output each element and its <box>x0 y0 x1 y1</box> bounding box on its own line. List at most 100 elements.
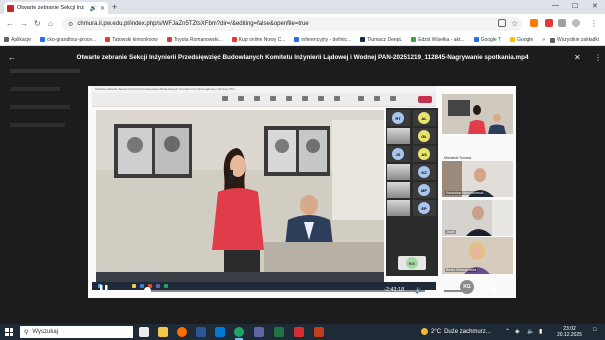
volume-icon[interactable]: 🔈 <box>527 328 534 335</box>
minimize-button[interactable]: — <box>552 2 559 9</box>
viewer-close-icon[interactable]: ✕ <box>574 53 581 62</box>
chrome-icon[interactable] <box>234 327 244 337</box>
browser-tab-strip: Otwarte zebranie Sekcji Inż 🔊 ✕ + — ☐ ✕ <box>0 0 605 14</box>
reload-icon[interactable]: ↻ <box>34 19 41 28</box>
meeting-window-title: Otwarte zebranie Sekcji Inżynierii Przed… <box>95 87 235 91</box>
word-icon[interactable] <box>196 327 206 337</box>
pip-icon[interactable]: ▣ <box>490 285 497 293</box>
bookmark-item[interactable]: Edziś Wisełka - akt... <box>411 37 465 43</box>
browser-tab[interactable]: Otwarte zebranie Sekcji Inż 🔊 ✕ <box>4 2 108 14</box>
bookmark-favicon-icon <box>360 37 366 42</box>
bookmark-favicon-icon <box>231 37 237 42</box>
tab-close-icon[interactable]: ✕ <box>100 5 105 12</box>
firefox-icon[interactable] <box>177 327 187 337</box>
extension-icon[interactable] <box>545 19 553 27</box>
task-view-icon[interactable] <box>139 327 149 337</box>
site-info-icon[interactable]: ⚙ <box>68 21 73 28</box>
bookmark-favicon-icon <box>473 37 479 42</box>
bookmark-item[interactable]: Google T <box>473 37 501 43</box>
seek-handle[interactable] <box>143 287 151 294</box>
cast-icon[interactable] <box>498 19 506 27</box>
ghost-line <box>10 87 60 91</box>
participant-tile: GŁ <box>413 128 436 144</box>
new-tab-button[interactable]: + <box>112 2 117 12</box>
maximize-button[interactable]: ☐ <box>572 2 578 10</box>
pause-icon[interactable] <box>100 285 108 294</box>
bookmark-item[interactable]: inferencyjny - definic... <box>294 37 351 43</box>
bookmark-item[interactable]: Aplikacje <box>4 37 31 43</box>
powerpoint-icon[interactable] <box>314 327 324 337</box>
address-bar[interactable]: ⚙ chmura.il.pw.edu.pl/index.php/s/WFJaZn… <box>62 17 522 31</box>
participant-photo <box>387 200 410 216</box>
back-icon[interactable]: ← <box>6 19 14 28</box>
close-window-button[interactable]: ✕ <box>592 2 598 10</box>
browser-menu-icon[interactable]: ⋮ <box>590 19 598 28</box>
bookmark-star-icon[interactable]: ☆ <box>511 19 518 28</box>
fullscreen-icon[interactable]: ⤢ <box>501 285 507 293</box>
teams-icon[interactable] <box>254 327 264 337</box>
taskbar-search[interactable]: ⚲ Wyszukaj <box>20 326 133 338</box>
gallery-tile: Radosław Marcinkowski <box>442 161 513 197</box>
bookmark-item[interactable]: Tatowski kimonkoow <box>105 37 158 43</box>
player-controls: -2:43:18 🔈 KG ⚙ ▣ ⤢ <box>88 280 516 298</box>
participant-name: Beata Nowogońska <box>445 268 478 272</box>
user-avatar[interactable]: KG <box>460 280 474 294</box>
participant-tile: RT <box>387 110 410 126</box>
weather-sun-icon <box>421 328 428 335</box>
forward-icon[interactable]: → <box>20 19 28 28</box>
outlook-icon[interactable] <box>215 327 225 337</box>
participant-tile: AS <box>413 146 436 162</box>
settings-icon[interactable]: ⚙ <box>479 285 485 293</box>
volume-slider[interactable] <box>425 287 459 294</box>
seek-bar[interactable] <box>116 287 462 294</box>
file-explorer-icon[interactable] <box>158 327 168 337</box>
participant-avatar: RT <box>392 112 404 124</box>
video-title: Otwarte zebranie Sekcji Inżynierii Przed… <box>76 54 529 61</box>
raise-hand-icon <box>254 96 260 101</box>
battery-icon[interactable]: ▮ <box>539 328 542 335</box>
windows-start-icon[interactable] <box>5 328 13 336</box>
participant-tile: MP <box>413 182 436 198</box>
extensions-puzzle-icon[interactable] <box>558 19 566 27</box>
notifications-icon[interactable]: □ <box>593 327 597 333</box>
bookmark-favicon-icon <box>105 37 111 42</box>
speaker-scene <box>96 110 384 272</box>
extension-icon[interactable] <box>530 19 538 27</box>
tab-audio-icon[interactable]: 🔊 <box>89 5 96 12</box>
gallery-tile: Jacek <box>442 200 513 236</box>
participant-panel: RT AL GŁ JS AS KZ MP EP KG <box>386 108 438 276</box>
home-icon[interactable]: ⌂ <box>48 19 53 28</box>
participant-tile: KZ <box>413 164 436 180</box>
mic-icon <box>374 96 380 101</box>
network-icon[interactable]: ◈ <box>515 328 520 335</box>
apps-icon <box>318 96 324 101</box>
acrobat-icon[interactable] <box>294 327 304 337</box>
tab-title: Otwarte zebranie Sekcji Inż <box>17 5 84 11</box>
bookmark-item[interactable]: Tłumacz DeepL <box>360 37 402 43</box>
volume-icon[interactable]: 🔈 <box>415 286 424 294</box>
all-bookmarks-folder[interactable]: Wszystkie zakładki <box>550 37 599 43</box>
bookmark-item[interactable]: Toyota Romanowski... <box>166 37 223 43</box>
bookmarks-more-button[interactable]: » <box>542 37 545 43</box>
bookmark-item[interactable]: Google <box>510 37 533 43</box>
excel-icon[interactable] <box>274 327 284 337</box>
screen: Otwarte zebranie Sekcji Inż 🔊 ✕ + — ☐ ✕ … <box>0 0 605 340</box>
video-player[interactable]: Otwarte zebranie Sekcji Inżynierii Przed… <box>88 86 516 298</box>
bookmark-item[interactable]: cko-grandtour-proce... <box>40 37 96 43</box>
participant-avatar: EP <box>418 202 430 214</box>
volume-handle[interactable] <box>436 287 444 294</box>
viewer-more-icon[interactable]: ⋮ <box>594 53 602 62</box>
search-placeholder: Wyszukaj <box>32 329 59 335</box>
taskbar-clock[interactable]: 23:02 20.12.2025 <box>557 326 582 338</box>
gallery-tile: Beata Nowogońska <box>442 237 513 274</box>
profile-avatar[interactable] <box>572 19 580 27</box>
tray-chevron-icon[interactable]: ⌃ <box>505 328 510 335</box>
ghost-line <box>10 123 65 127</box>
participant-avatar: AS <box>418 148 430 160</box>
bookmark-item[interactable]: Kup online Nowy C... <box>231 37 285 43</box>
folder-icon <box>550 37 556 43</box>
participant-tile <box>387 200 410 216</box>
ghost-line <box>10 105 70 109</box>
weather-widget[interactable]: 2°C Duże zachmurz... <box>421 328 491 335</box>
windows-taskbar: ⚲ Wyszukaj 2°C Duże zachmurz... ⌃ ◈ 🔈 ▮ … <box>0 324 605 340</box>
